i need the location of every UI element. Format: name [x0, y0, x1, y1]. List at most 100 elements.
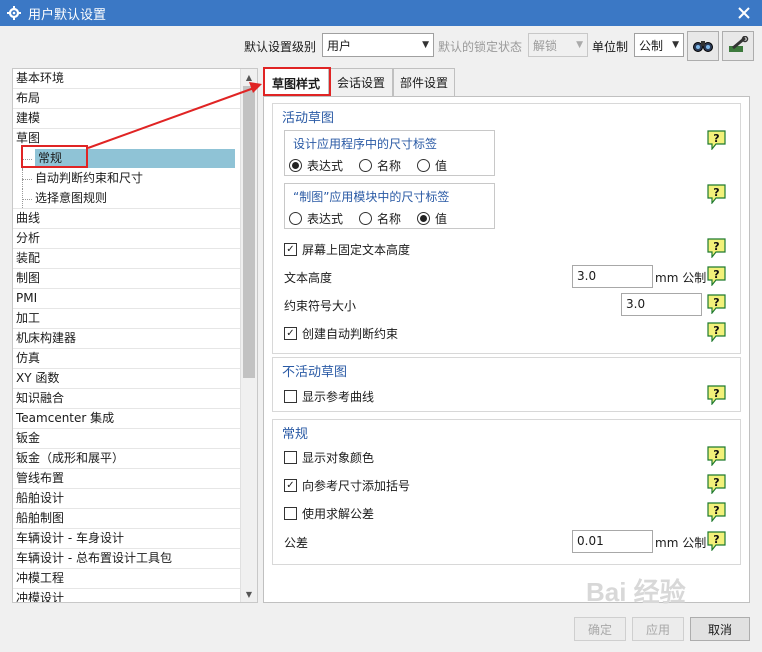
tab-part-settings[interactable]: 部件设置	[393, 68, 455, 96]
close-icon[interactable]	[734, 3, 754, 23]
tree-item-sheet-metal[interactable]: 钣金	[13, 429, 257, 449]
help-icon[interactable]: ?	[707, 474, 726, 495]
unit-label: 单位制	[592, 40, 629, 54]
tab-session-settings[interactable]: 会话设置	[329, 68, 393, 96]
tree-item-die-design[interactable]: 冲模设计	[13, 589, 257, 602]
unit-select[interactable]: 公制 ▼	[634, 33, 684, 57]
create-auto-constraints-checkbox[interactable]: ✓ 创建自动判断约束	[284, 325, 398, 342]
help-icon[interactable]: ?	[707, 531, 726, 552]
settings-panel: 活动草图 设计应用程序中的尺寸标签 表达式 名称 值 “制图”应用模块中的尺寸标…	[263, 96, 750, 603]
help-icon[interactable]: ?	[707, 502, 726, 523]
level-value: 用户	[327, 38, 352, 53]
tree-item-sketch-general[interactable]: 常规	[13, 149, 257, 169]
tree-item-analysis[interactable]: 分析	[13, 229, 257, 249]
help-icon[interactable]: ?	[707, 294, 726, 315]
svg-text:?: ?	[713, 476, 719, 489]
checkmark-icon: ✓	[284, 327, 297, 340]
tree-scrollbar[interactable]: ▲ ▼	[240, 69, 257, 602]
help-icon[interactable]: ?	[707, 446, 726, 467]
drafting-dims-name-radio[interactable]: 名称	[359, 210, 401, 227]
app-dims-value-radio[interactable]: 值	[417, 157, 447, 174]
checkmark-icon: ✓	[284, 479, 297, 492]
manage-defaults-button[interactable]	[722, 31, 754, 61]
tree-item-machine-builder[interactable]: 机床构建器	[13, 329, 257, 349]
tree-item-vehicle-package[interactable]: 车辆设计 - 总布置设计工具包	[13, 549, 257, 569]
tab-sketch-style[interactable]: 草图样式	[263, 68, 329, 98]
tree-item-drafting[interactable]: 制图	[13, 269, 257, 289]
tree-item-knowledge-fusion[interactable]: 知识融合	[13, 389, 257, 409]
drafting-dims-value-radio[interactable]: 值	[417, 210, 447, 227]
tree-item-curve[interactable]: 曲线	[13, 209, 257, 229]
constraint-size-label: 约束符号大小	[284, 299, 357, 313]
cancel-button[interactable]: 取消	[690, 617, 750, 641]
use-solve-tolerance-checkbox[interactable]: 使用求解公差	[284, 505, 374, 522]
tree-item-selection-intent[interactable]: 选择意图规则	[13, 189, 257, 209]
drafting-dims-expression-radio[interactable]: 表达式	[289, 210, 343, 227]
find-default-button[interactable]	[687, 31, 719, 61]
help-icon[interactable]: ?	[707, 266, 726, 287]
tree-item-layout[interactable]: 布局	[13, 89, 257, 109]
add-parentheses-checkbox[interactable]: ✓ 向参考尺寸添加括号	[284, 477, 410, 494]
binoculars-icon	[692, 37, 714, 56]
tree-item-pmi[interactable]: PMI	[13, 289, 257, 309]
help-icon[interactable]: ?	[707, 238, 726, 259]
level-label: 默认设置级别	[244, 40, 317, 54]
tree-item-routing[interactable]: 管线布置	[13, 469, 257, 489]
tree-item-vehicle-body[interactable]: 车辆设计 - 车身设计	[13, 529, 257, 549]
text-height-unit: mm 公制	[655, 271, 707, 285]
tree-item-xy-function[interactable]: XY 函数	[13, 369, 257, 389]
tree-item-simulation[interactable]: 仿真	[13, 349, 257, 369]
drafting-dims-group: “制图”应用模块中的尺寸标签 表达式 名称 值	[284, 183, 495, 229]
gear-icon	[6, 5, 22, 21]
svg-text:?: ?	[713, 533, 719, 546]
svg-text:?: ?	[713, 132, 719, 145]
tree-item-sheet-metal-forming[interactable]: 钣金（成形和展平）	[13, 449, 257, 469]
tree-item-manufacturing[interactable]: 加工	[13, 309, 257, 329]
tree-item-ship-drafting[interactable]: 船舶制图	[13, 509, 257, 529]
tree-item-assembly[interactable]: 装配	[13, 249, 257, 269]
lock-label: 默认的锁定状态	[438, 40, 523, 54]
scroll-down-icon[interactable]: ▼	[241, 586, 257, 602]
text-height-input[interactable]: 3.0	[572, 265, 653, 288]
tree-item-auto-constraints[interactable]: 自动判断约束和尺寸	[13, 169, 257, 189]
apply-button[interactable]: 应用	[632, 617, 684, 641]
tolerance-input[interactable]: 0.01	[572, 530, 653, 553]
show-object-color-checkbox[interactable]: 显示对象颜色	[284, 449, 374, 466]
general-title: 常规	[282, 427, 309, 442]
constraint-size-input[interactable]: 3.0	[621, 293, 702, 316]
help-icon[interactable]: ?	[707, 184, 726, 205]
chevron-down-icon: ▼	[576, 40, 583, 50]
chevron-down-icon: ▼	[422, 40, 429, 50]
help-icon[interactable]: ?	[707, 322, 726, 343]
tree-item-teamcenter[interactable]: Teamcenter 集成	[13, 409, 257, 429]
level-select[interactable]: 用户 ▼	[322, 33, 434, 57]
ok-button[interactable]: 确定	[574, 617, 626, 641]
fix-text-height-checkbox[interactable]: ✓ 屏幕上固定文本高度	[284, 241, 410, 258]
category-tree[interactable]: 基本环境 布局 建模 草图 常规 自动判断约束和尺寸 选择意图规则 曲线 分析 …	[12, 68, 258, 603]
svg-text:?: ?	[713, 186, 719, 199]
tree-item-sketch[interactable]: 草图	[13, 129, 257, 149]
tree-item-die-engineering[interactable]: 冲模工程	[13, 569, 257, 589]
lock-select: 解锁 ▼	[528, 33, 588, 57]
window-title: 用户默认设置	[28, 7, 107, 23]
svg-text:?: ?	[713, 504, 719, 517]
drafting-dims-title: “制图”应用模块中的尺寸标签	[293, 190, 450, 204]
svg-text:?: ?	[713, 324, 719, 337]
app-dims-name-radio[interactable]: 名称	[359, 157, 401, 174]
app-dims-expression-radio[interactable]: 表达式	[289, 157, 343, 174]
tree-item-ship-design[interactable]: 船舶设计	[13, 489, 257, 509]
checkmark-icon: ✓	[284, 243, 297, 256]
svg-text:?: ?	[713, 240, 719, 253]
scroll-up-icon[interactable]: ▲	[241, 69, 257, 85]
tree-item-basic-environment[interactable]: 基本环境	[13, 69, 257, 89]
app-dims-group: 设计应用程序中的尺寸标签 表达式 名称 值	[284, 130, 495, 176]
tree-item-modeling[interactable]: 建模	[13, 109, 257, 129]
help-icon[interactable]: ?	[707, 385, 726, 406]
toolbar: 默认设置级别 用户 ▼ 默认的锁定状态 解锁 ▼ 单位制 公制 ▼	[0, 26, 762, 68]
svg-text:?: ?	[713, 296, 719, 309]
active-sketch-title: 活动草图	[282, 111, 335, 126]
show-ref-curves-checkbox[interactable]: 显示参考曲线	[284, 388, 374, 405]
help-icon[interactable]: ?	[707, 130, 726, 151]
unit-value: 公制	[639, 38, 664, 53]
scrollbar-thumb[interactable]	[243, 86, 255, 378]
